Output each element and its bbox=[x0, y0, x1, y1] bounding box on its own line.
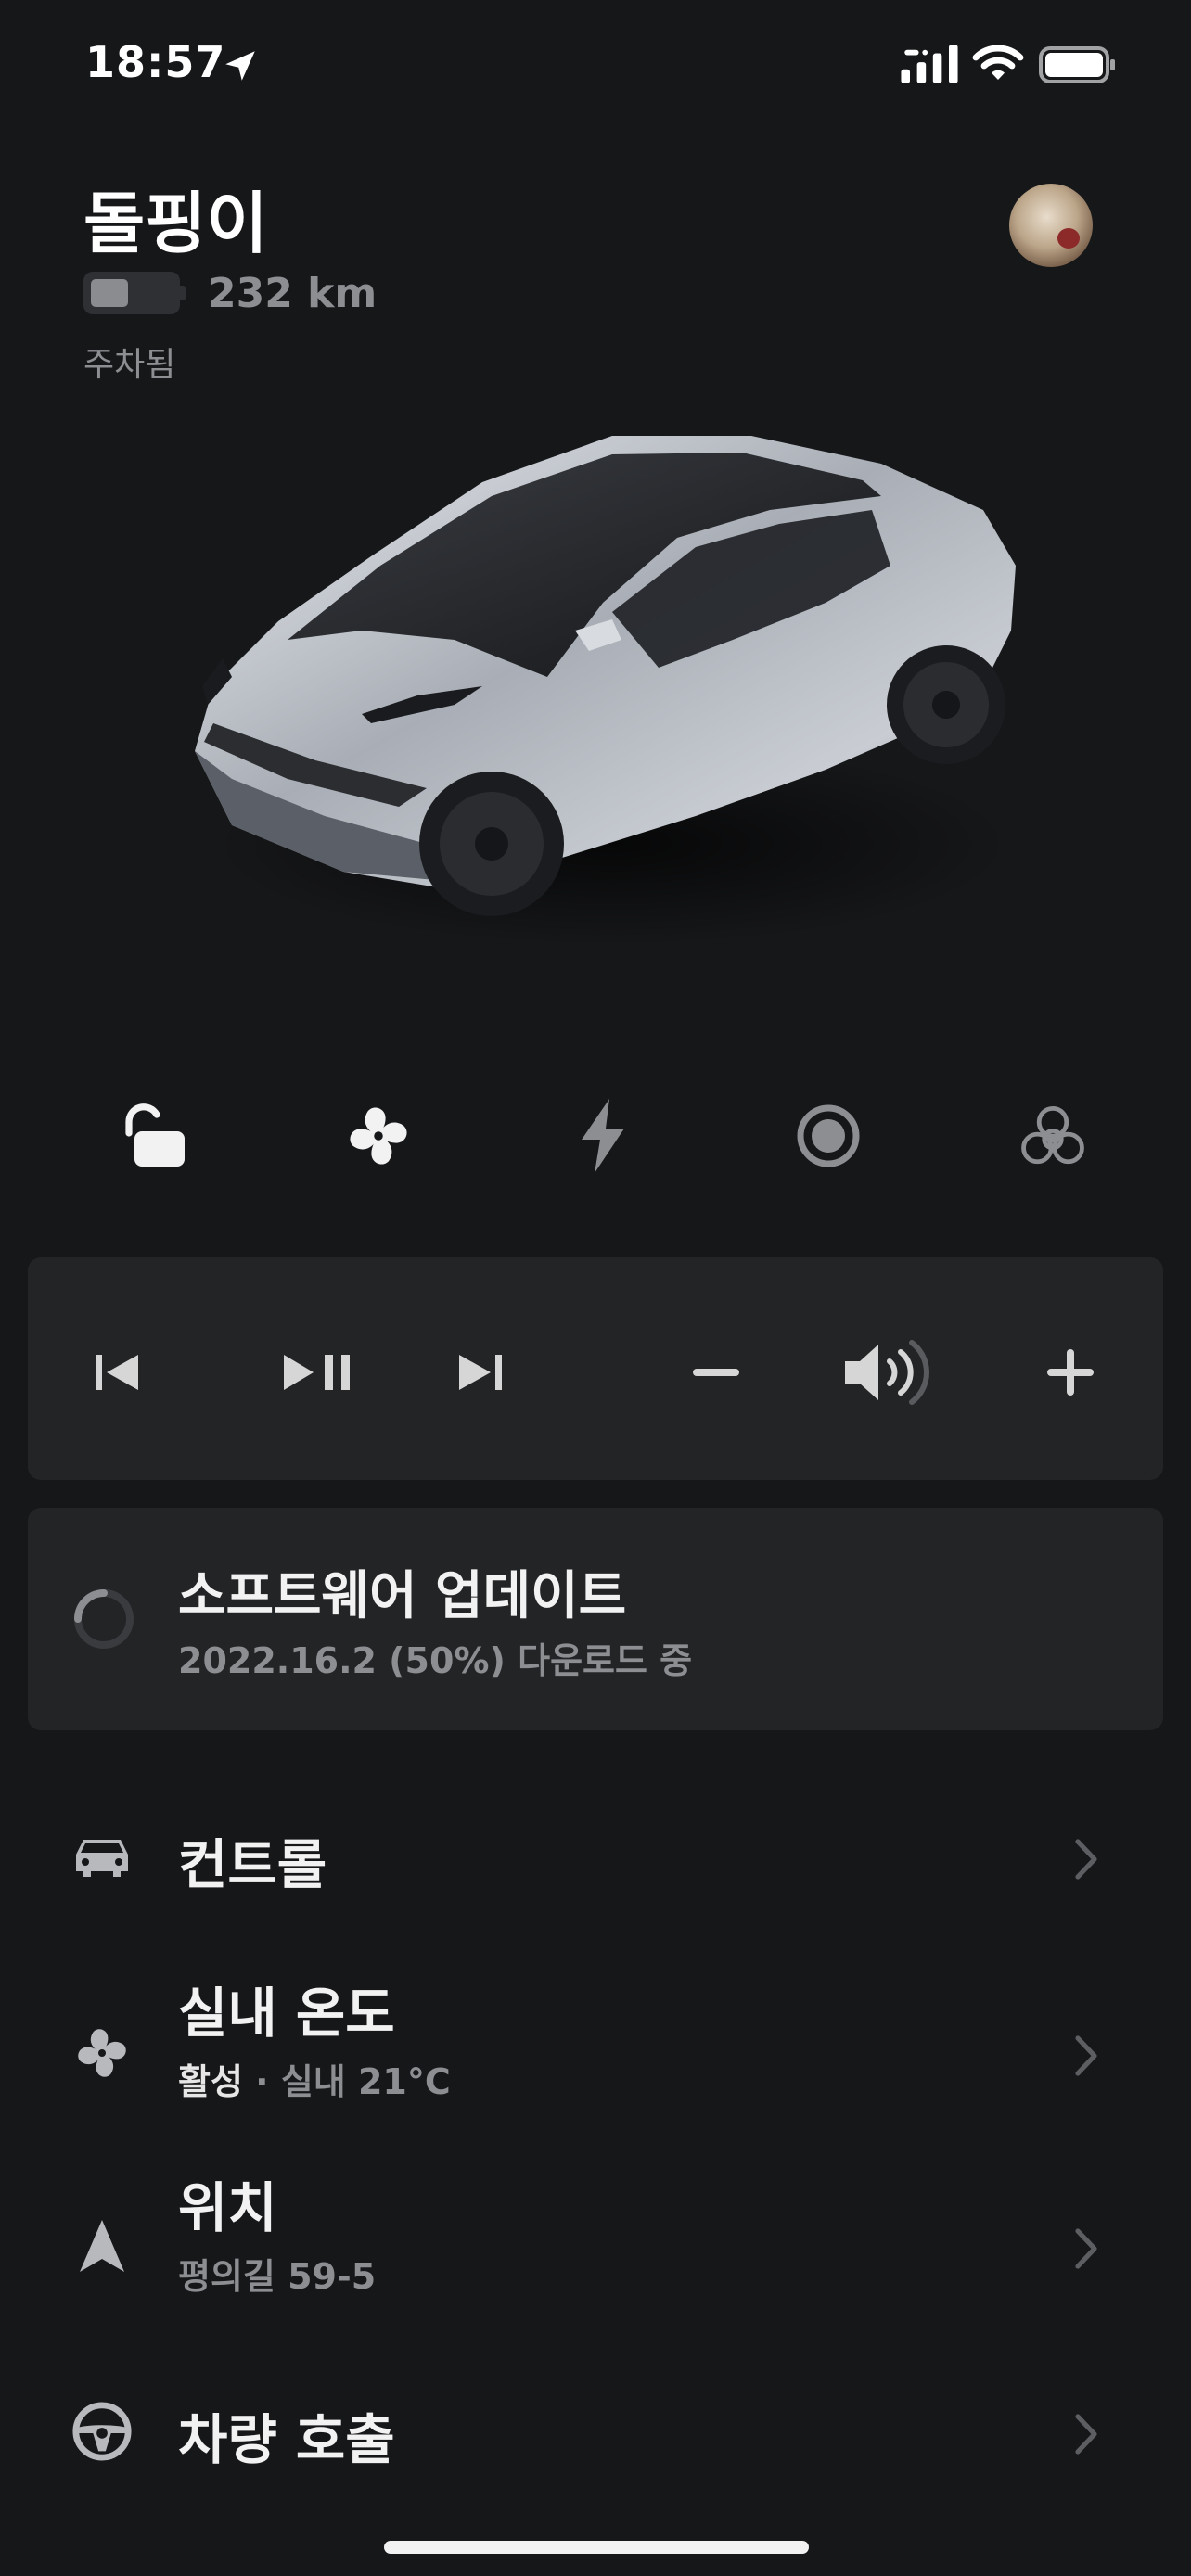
unlock-icon bbox=[125, 1103, 185, 1167]
next-track-button[interactable] bbox=[434, 1326, 527, 1419]
climate-separator: · bbox=[242, 2061, 281, 2102]
menu-subtitle-climate: 활성 · 실내 21°C bbox=[178, 2053, 451, 2104]
bioweapon-mode-button[interactable] bbox=[1002, 1085, 1104, 1187]
battery-status-icon bbox=[1039, 46, 1115, 83]
record-icon bbox=[797, 1104, 860, 1167]
menu-title-location: 위치 bbox=[178, 2176, 277, 2239]
profile-avatar[interactable] bbox=[1009, 184, 1093, 267]
status-time: 18:57 bbox=[85, 37, 226, 87]
menu-item-location[interactable]: 위치 평의길 59-5 bbox=[0, 2151, 1191, 2337]
menu-item-summon[interactable]: 차량 호출 bbox=[0, 2368, 1191, 2507]
battery-level-indicator bbox=[83, 272, 180, 314]
range-text: 232 km bbox=[208, 269, 378, 317]
chevron-right-icon bbox=[1075, 1839, 1097, 1880]
status-bar: 18:57 bbox=[0, 0, 1191, 130]
speaker-icon bbox=[845, 1340, 929, 1405]
home-indicator[interactable] bbox=[384, 2541, 809, 2554]
tesla-app-home: 18:57 돌핑이 232 km 주차됨 소프트웨어 업데이트 2022.16.… bbox=[0, 0, 1191, 2576]
software-update-card[interactable]: 소프트웨어 업데이트 2022.16.2 (50%) 다운로드 중 bbox=[28, 1508, 1163, 1730]
loading-spinner-icon bbox=[74, 1589, 134, 1649]
chevron-right-icon bbox=[1075, 2228, 1097, 2269]
park-status: 주차됨 bbox=[83, 346, 176, 384]
menu-title-summon: 차량 호출 bbox=[178, 2408, 395, 2471]
lock-toggle-button[interactable] bbox=[102, 1085, 204, 1187]
biohazard-icon bbox=[1021, 1105, 1084, 1165]
fan-icon bbox=[350, 1107, 407, 1165]
navigation-arrow-icon bbox=[67, 2211, 137, 2281]
vehicle-image bbox=[195, 436, 1016, 946]
location-arrow-icon bbox=[225, 51, 255, 81]
menu-subtitle-location: 평의길 59-5 bbox=[178, 2256, 377, 2297]
play-pause-icon bbox=[284, 1355, 350, 1390]
media-controls-card bbox=[28, 1257, 1163, 1480]
charge-button[interactable] bbox=[552, 1085, 654, 1187]
climate-detail: 실내 21°C bbox=[280, 2061, 451, 2102]
car-icon bbox=[67, 1821, 137, 1892]
chevron-right-icon bbox=[1075, 2035, 1097, 2076]
battery-level-fill bbox=[91, 279, 128, 307]
speaker-button[interactable] bbox=[837, 1326, 939, 1419]
menu-item-controls[interactable]: 컨트롤 bbox=[0, 1790, 1191, 1929]
menu-item-climate[interactable]: 실내 온도 활성 · 실내 21°C bbox=[0, 1957, 1191, 2142]
battery-tip bbox=[180, 286, 186, 300]
cellular-signal-icon bbox=[901, 45, 958, 83]
battery-range-row: 232 km bbox=[83, 265, 377, 321]
climate-status: 활성 bbox=[178, 2061, 243, 2102]
update-title: 소프트웨어 업데이트 bbox=[178, 1566, 627, 1626]
charge-bolt-icon bbox=[582, 1099, 624, 1173]
sentry-mode-button[interactable] bbox=[777, 1085, 879, 1187]
previous-track-button[interactable] bbox=[70, 1326, 163, 1419]
vehicle-name: 돌핑이 bbox=[83, 185, 268, 262]
update-subtitle: 2022.16.2 (50%) 다운로드 중 bbox=[178, 1640, 693, 1681]
volume-down-button[interactable] bbox=[670, 1326, 762, 1419]
wifi-icon bbox=[972, 45, 1024, 80]
volume-up-icon bbox=[1047, 1349, 1094, 1396]
play-pause-button[interactable] bbox=[258, 1326, 378, 1419]
chevron-right-icon bbox=[1075, 2414, 1097, 2455]
menu-title-climate: 실내 온도 bbox=[178, 1982, 395, 2045]
previous-track-icon bbox=[96, 1355, 138, 1390]
volume-down-icon bbox=[693, 1369, 739, 1376]
quick-actions-bar bbox=[102, 1085, 1104, 1187]
menu-title-controls: 컨트롤 bbox=[178, 1833, 327, 1896]
next-track-icon bbox=[459, 1355, 502, 1390]
volume-up-button[interactable] bbox=[1024, 1326, 1117, 1419]
steering-wheel-icon bbox=[67, 2396, 137, 2467]
fan-icon bbox=[67, 2018, 137, 2088]
climate-toggle-button[interactable] bbox=[327, 1085, 429, 1187]
